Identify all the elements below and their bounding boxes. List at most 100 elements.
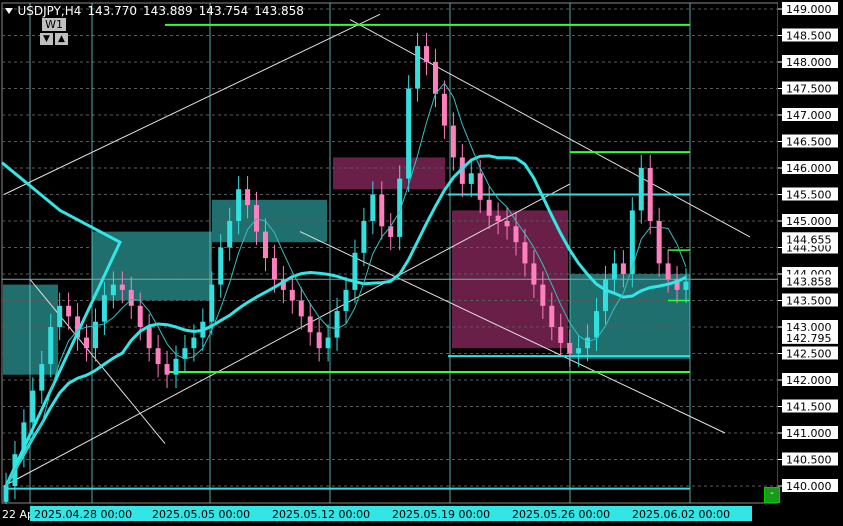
symbol-label: USDJPY,H4 (17, 4, 82, 18)
candle-body (513, 226, 519, 243)
candle-body (352, 252, 358, 290)
candle-body (227, 221, 233, 248)
price-label: 140.000 (786, 480, 832, 493)
candle-body (84, 337, 90, 349)
candle-body (441, 93, 447, 126)
candle-body (298, 300, 304, 317)
chart-header: USDJPY,H4 143.770 143.889 143.754 143.858 (6, 4, 310, 18)
candle-body (585, 337, 591, 349)
candle-body (424, 46, 430, 62)
price-label: 148.500 (786, 30, 832, 43)
candle-body (209, 284, 215, 322)
time-label: 2025.06.02 00:00 (632, 508, 730, 521)
candle-body (611, 263, 617, 280)
price-label: 147.500 (786, 83, 832, 96)
timeframe-down-icon[interactable]: ▼ (40, 33, 53, 45)
timeframe-switcher[interactable]: W1 ▼ ▲ (38, 18, 70, 46)
candle-body (432, 62, 438, 94)
price-label: 141.000 (786, 427, 832, 440)
candle-body (101, 295, 107, 322)
candle-body (629, 210, 635, 274)
price-axis (778, 0, 843, 526)
candle-body (30, 390, 36, 423)
candle-body (379, 194, 385, 227)
candle-body (620, 263, 626, 274)
price-label: 145.000 (786, 215, 832, 228)
candle-body (48, 327, 54, 365)
time-label: 2025.05.26 00:00 (512, 508, 610, 521)
candle-body (262, 231, 268, 259)
price-chart[interactable]: 149.000 148.500 148.000 147.500 147.000 146.5… (0, 0, 843, 526)
price-label: 142.000 (786, 374, 832, 387)
minimize-button[interactable]: - (764, 487, 780, 503)
candle-body (66, 305, 72, 317)
candle-body (594, 311, 600, 338)
price-label: 145.500 (786, 189, 832, 202)
candle-body (146, 327, 152, 349)
candle-body (128, 289, 134, 306)
candle-body (370, 194, 376, 221)
candle-body (549, 305, 555, 327)
candle-body (567, 342, 573, 354)
candle-body (531, 263, 537, 285)
high-value: 143.889 (143, 4, 193, 18)
candle-body (406, 88, 412, 179)
candle-body (289, 289, 295, 301)
price-label: 141.500 (786, 401, 832, 414)
candle-body (325, 337, 331, 349)
candle-body (540, 284, 546, 306)
candle-body (361, 221, 367, 253)
candle-body (245, 189, 251, 206)
candle-body (191, 337, 197, 349)
timeframe-up-icon[interactable]: ▲ (55, 33, 68, 45)
candle-body (647, 168, 653, 221)
low-value: 143.754 (198, 4, 249, 18)
candle-body (182, 348, 188, 359)
candle-body (558, 327, 564, 343)
time-label: 2025.05.12 00:00 (272, 508, 370, 521)
candle-body (110, 284, 116, 296)
candle-body (415, 46, 421, 89)
candle-body (307, 316, 313, 333)
price-highlight: 142.795 (786, 332, 832, 345)
price-highlight: 143.858 (786, 276, 832, 289)
time-label: 2025.04.28 00:00 (34, 508, 132, 521)
candle-body (468, 173, 474, 184)
price-highlight: 144.655 (786, 233, 832, 246)
candle-body (683, 281, 689, 290)
price-label: 140.500 (786, 454, 832, 467)
zone-magenta (333, 157, 445, 190)
candle-body (576, 348, 582, 354)
candle-body (57, 305, 63, 327)
time-label: 2025.05.05 00:00 (152, 508, 250, 521)
candle-body (334, 311, 340, 338)
candle-body (236, 189, 242, 221)
candle-body (343, 289, 349, 312)
candle-body (164, 364, 170, 375)
candle-body (218, 247, 224, 285)
price-label: 142.500 (786, 348, 832, 361)
candle-body (3, 486, 9, 502)
candle-body (495, 215, 501, 221)
price-label: 147.000 (786, 109, 832, 122)
candle-body (638, 168, 644, 211)
candle-body (254, 205, 260, 232)
open-value: 143.770 (87, 4, 138, 18)
price-label: 143.500 (786, 295, 832, 308)
candle-body (477, 173, 483, 200)
price-label: 146.500 (786, 136, 832, 149)
candle-body (173, 358, 179, 375)
candle-body (119, 284, 125, 290)
candle-body (522, 242, 528, 264)
candle-body (316, 332, 322, 349)
candle-body (665, 263, 671, 280)
price-label: 148.000 (786, 56, 832, 69)
candle-body (450, 125, 456, 158)
candle-body (39, 364, 45, 391)
candle-body (504, 221, 510, 227)
candle-body (137, 305, 143, 327)
candle-body (155, 348, 161, 365)
price-label: 146.000 (786, 162, 832, 175)
timeframe-label[interactable]: W1 (42, 18, 66, 31)
time-label: 2025.05.19 00:00 (392, 508, 490, 521)
